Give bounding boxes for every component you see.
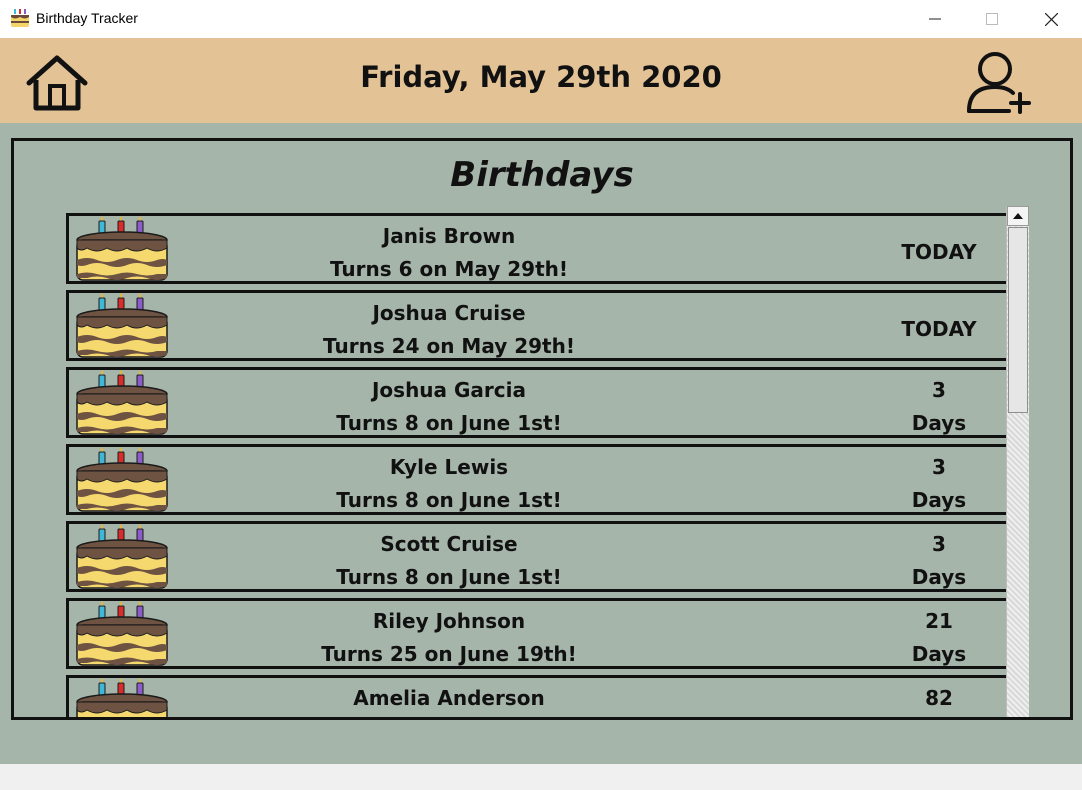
birthday-card[interactable]: Kyle Lewis Turns 8 on June 1st! 3 Days	[66, 444, 1007, 515]
cake-icon	[76, 370, 168, 435]
days-label: Days	[911, 565, 967, 589]
maximize-button[interactable]	[963, 0, 1021, 38]
person-name: Joshua Garcia	[371, 378, 526, 402]
minimize-button[interactable]	[906, 0, 964, 38]
person-name: Janis Brown	[382, 224, 516, 248]
person-name: Joshua Cruise	[372, 301, 526, 325]
turns-text: Turns 8 on June 1st!	[336, 565, 562, 589]
days-label: Days	[911, 411, 967, 435]
cake-icon	[76, 678, 168, 717]
person-name: Amelia Anderson	[353, 686, 545, 710]
header: Friday, May 29th 2020	[0, 38, 1082, 123]
cake-icon	[76, 447, 168, 512]
cake-icon	[76, 293, 168, 358]
person-name: Kyle Lewis	[389, 455, 509, 479]
person-name: Scott Cruise	[380, 532, 518, 556]
birthday-card[interactable]: Janis Brown Turns 6 on May 29th! TODAY	[66, 213, 1007, 284]
person-name: Riley Johnson	[372, 609, 526, 633]
turns-text: Turns 24 on May 29th!	[323, 334, 575, 358]
turns-text: Turns 8 on June 1st!	[336, 488, 562, 512]
birthday-card[interactable]: Joshua Garcia Turns 8 on June 1st! 3 Days	[66, 367, 1007, 438]
birthdays-panel: Birthdays Janis Brown Turns 6 on May 29th…	[11, 138, 1073, 720]
caret-up-icon	[1013, 213, 1023, 219]
cake-icon	[11, 9, 29, 27]
cake-icon	[76, 216, 168, 281]
app-body: Friday, May 29th 2020 Birthdays Janis Br…	[0, 38, 1082, 764]
list-scrollbar[interactable]	[1006, 206, 1029, 717]
days-until-count: 3	[932, 455, 946, 479]
birthday-card[interactable]: Joshua Cruise Turns 24 on May 29th! TODAY	[66, 290, 1007, 361]
window-title: Birthday Tracker	[36, 10, 138, 26]
cake-icon	[76, 601, 168, 666]
birthday-list[interactable]: Janis Brown Turns 6 on May 29th! TODAY Jos…	[66, 213, 1010, 717]
today-label: TODAY	[901, 240, 977, 264]
turns-text: Turns 25 on June 19th!	[321, 642, 577, 666]
days-label: Days	[911, 642, 967, 666]
days-until-count: 21	[925, 609, 953, 633]
add-user-button[interactable]	[962, 46, 1034, 118]
page-title-date: Friday, May 29th 2020	[360, 60, 722, 94]
close-button[interactable]	[1022, 0, 1080, 38]
days-label: Days	[911, 488, 967, 512]
maximize-icon	[986, 13, 998, 25]
scroll-up-button[interactable]	[1007, 206, 1029, 226]
today-label: TODAY	[901, 317, 977, 341]
window-title-bar: Birthday Tracker	[0, 0, 1082, 39]
status-bar	[0, 764, 1082, 790]
minimize-icon	[929, 18, 941, 20]
birthday-card[interactable]: Riley Johnson Turns 25 on June 19th! 21 Day…	[66, 598, 1007, 669]
birthdays-heading: Birthdays	[450, 155, 634, 195]
days-until-count: 3	[932, 378, 946, 402]
days-until-count: 82	[925, 686, 953, 710]
add-user-icon	[967, 52, 1031, 114]
birthday-card[interactable]: Scott Cruise Turns 8 on June 1st! 3 Days	[66, 521, 1007, 592]
scroll-thumb[interactable]	[1008, 227, 1028, 413]
turns-text: Turns 8 on June 1st!	[336, 411, 562, 435]
birthday-card[interactable]: Amelia Anderson 82	[66, 675, 1007, 717]
turns-text: Turns 6 on May 29th!	[329, 257, 568, 281]
close-icon	[1044, 12, 1058, 26]
days-until-count: 3	[932, 532, 946, 556]
cake-icon	[76, 524, 168, 589]
